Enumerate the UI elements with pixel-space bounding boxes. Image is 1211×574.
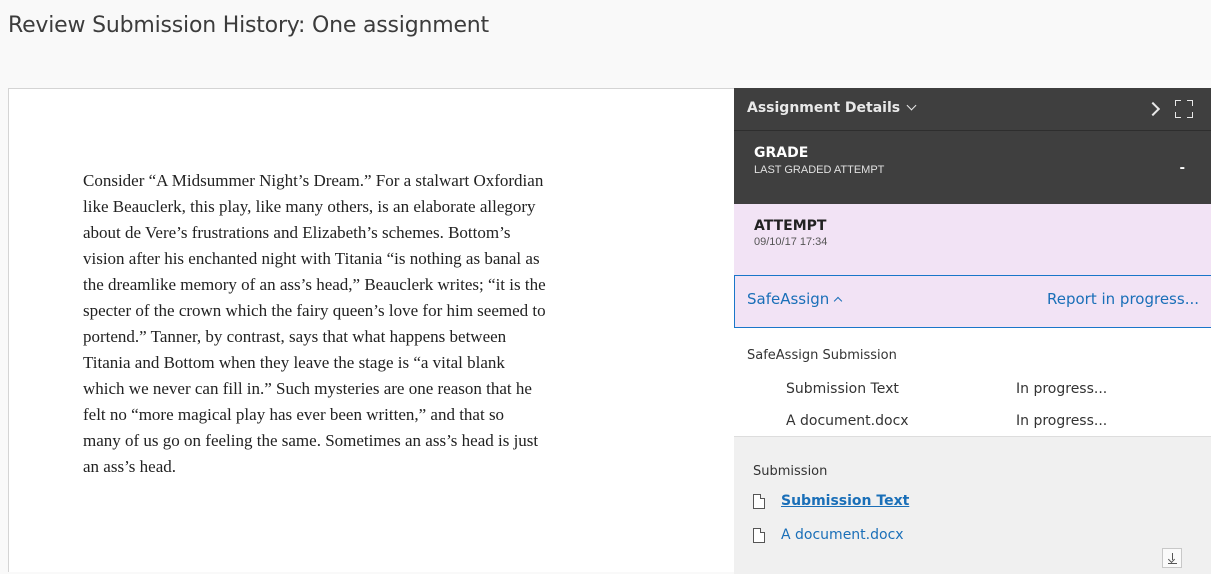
attempt-title: ATTEMPT: [754, 218, 827, 234]
chevron-right-icon[interactable]: [1146, 100, 1162, 118]
chevron-up-icon: [834, 296, 843, 306]
expand-icon[interactable]: [1175, 100, 1193, 118]
safeassign-toggle[interactable]: SafeAssign: [747, 290, 843, 308]
submission-section: Submission Submission Text A document.do…: [734, 436, 1211, 574]
grade-section: GRADE LAST GRADED ATTEMPT -: [734, 131, 1211, 204]
safeassign-item-status: In progress...: [1016, 381, 1108, 397]
document-file-link[interactable]: A document.docx: [781, 527, 904, 543]
safeassign-submission-heading: SafeAssign Submission: [747, 348, 897, 363]
submission-heading: Submission: [753, 464, 828, 479]
attempt-section[interactable]: ATTEMPT 09/10/17 17:34: [734, 204, 1211, 275]
grade-title: GRADE: [754, 145, 809, 161]
grade-value: -: [1179, 159, 1185, 176]
safeassign-label: SafeAssign: [747, 290, 830, 308]
safeassign-item-name: A document.docx: [786, 413, 909, 429]
safeassign-item-name: Submission Text: [786, 381, 899, 397]
assignment-details-toggle[interactable]: Assignment Details: [747, 100, 917, 116]
details-bar: Assignment Details: [734, 88, 1211, 131]
assignment-details-label: Assignment Details: [747, 100, 901, 116]
safeassign-item-status: In progress...: [1016, 413, 1108, 429]
document-viewer: Consider “A Midsummer Night’s Dream.” Fo…: [8, 88, 734, 572]
grade-subtitle: LAST GRADED ATTEMPT: [754, 164, 885, 176]
assignment-details-panel: Assignment Details GRADE LAST GRADED ATT…: [734, 88, 1211, 574]
chevron-down-icon: [906, 100, 917, 111]
page-title: Review Submission History: One assignmen…: [8, 13, 489, 38]
file-icon: [753, 528, 765, 543]
file-icon: [753, 494, 765, 509]
attempt-date: 09/10/17 17:34: [754, 236, 828, 248]
submission-text-link[interactable]: Submission Text: [781, 493, 909, 509]
safeassign-report-link[interactable]: Report in progress...: [1047, 290, 1199, 308]
safeassign-row: SafeAssign Report in progress...: [734, 275, 1211, 328]
download-icon[interactable]: [1162, 548, 1182, 568]
document-text: Consider “A Midsummer Night’s Dream.” Fo…: [83, 171, 546, 476]
safeassign-submission-list: SafeAssign Submission Submission Text In…: [734, 328, 1211, 436]
